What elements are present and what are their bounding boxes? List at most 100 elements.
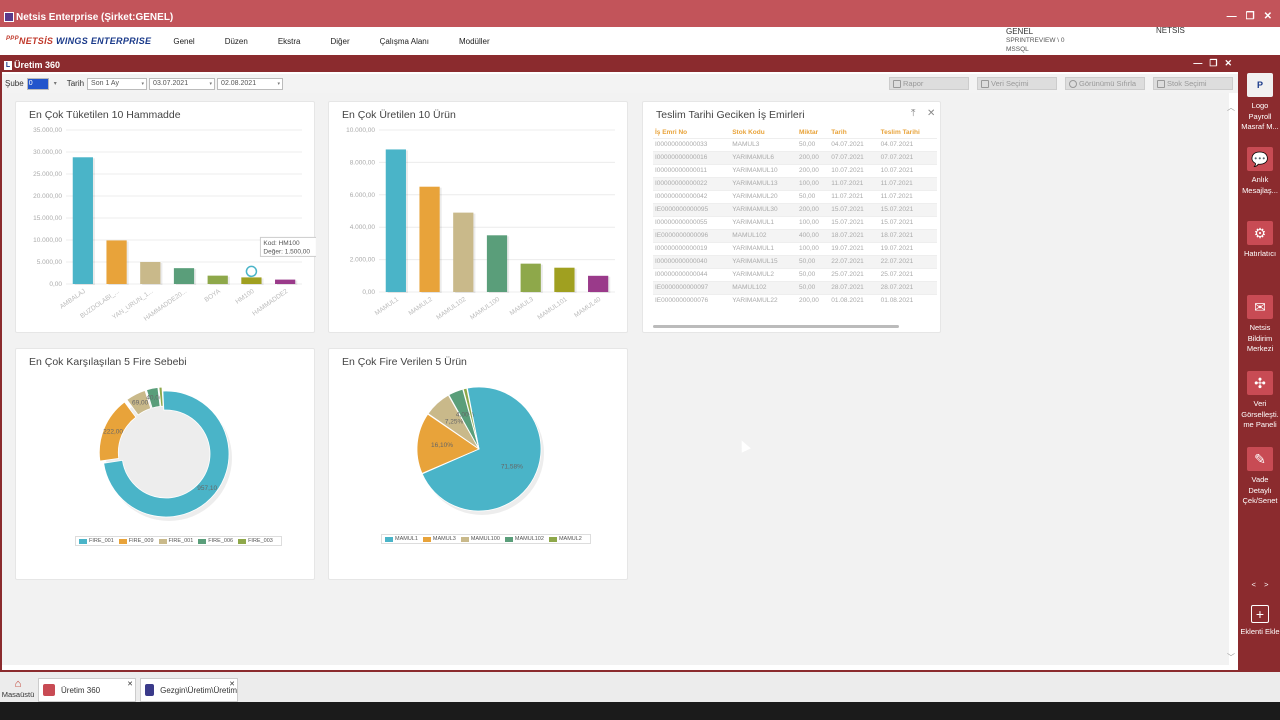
table-row[interactable]: IE0000000000096 MAMUL102 400,00 18.07.2021 1… bbox=[653, 228, 937, 242]
plugin-item[interactable]: ⚙ Hatırlatıcı bbox=[1240, 221, 1280, 260]
plugin-item[interactable]: P Logo Payroll Masraf M... bbox=[1240, 73, 1280, 133]
menu-item[interactable]: Ekstra bbox=[278, 37, 301, 46]
chart-card-hammadde: En Çok Tüketilen 10 Hammadde 0,00 5.000,0… bbox=[15, 101, 316, 333]
close-task-icon[interactable]: ✕ bbox=[229, 680, 235, 688]
legend-item[interactable]: MAMUL100 bbox=[460, 536, 500, 542]
task-uretim-360[interactable]: Üretim 360 ✕ bbox=[38, 678, 136, 702]
table-header[interactable]: Stok Kodu bbox=[730, 127, 797, 138]
gorunumu-sifirla-button[interactable]: Görünümü Sıfırla bbox=[1065, 77, 1145, 90]
rapor-button[interactable]: Rapor bbox=[889, 77, 969, 90]
table-header[interactable]: Miktar bbox=[797, 127, 829, 138]
plugin-item[interactable]: ✣ Veri Görselleşti. me Paneli bbox=[1240, 371, 1280, 431]
legend-item[interactable]: FIRE_006 bbox=[198, 538, 233, 544]
table-row[interactable]: IE0000000000095 YARIMAMUL30 200,00 15.07.20… bbox=[653, 202, 937, 216]
table-cell: 11.07.2021 bbox=[829, 189, 879, 203]
table-cell: 04.07.2021 bbox=[829, 137, 879, 151]
menu-item[interactable]: Düzen bbox=[225, 37, 248, 46]
table-row[interactable]: IE0000000000097 MAMUL102 50,00 28.07.2021 28… bbox=[653, 280, 937, 294]
close-card-icon[interactable]: ✕ bbox=[927, 108, 935, 119]
table-row[interactable]: IE0000000000076 YARIMAMUL22 200,00 01.08.20… bbox=[653, 293, 937, 307]
table-row[interactable]: I00000000000040 YARIMAMUL15 50,00 22.07.202… bbox=[653, 254, 937, 268]
table-horizontal-scrollbar[interactable] bbox=[653, 325, 899, 328]
legend-swatch bbox=[548, 536, 557, 542]
dashboard-vertical-scrollbar[interactable]: ︿ ﹀ bbox=[1226, 100, 1236, 665]
sube-dropdown-icon[interactable]: ▾ bbox=[54, 80, 57, 87]
netsis-logo: PPPNETSİS WINGS ENTERPRISE bbox=[6, 36, 152, 46]
legend-item[interactable]: MAMUL1 bbox=[385, 536, 418, 542]
table-header[interactable]: Tarih bbox=[829, 127, 878, 138]
task-gezgin[interactable]: Gezgin\Üretim\Üretim ✕ bbox=[140, 678, 238, 702]
mdi-restore-icon[interactable]: ❐ bbox=[1209, 58, 1217, 69]
menu-item[interactable]: Diğer bbox=[331, 37, 350, 46]
table-header[interactable]: İş Emri No bbox=[653, 127, 730, 138]
table-row[interactable]: I00000000000016 YARIMAMUL6 200,00 07.07.202… bbox=[653, 150, 937, 164]
late-orders-card: Teslim Tarihi Geciken İş Emirleri ⤒ ✕ İş… bbox=[642, 101, 941, 333]
plus-icon: + bbox=[1251, 605, 1269, 623]
table-row[interactable]: I00000000000055 YARIMAMUL1 100,00 15.07.202… bbox=[653, 215, 937, 229]
legend-item[interactable]: FIRE_001 bbox=[158, 538, 194, 544]
slice-label: 71,58% bbox=[501, 463, 523, 470]
x-tick-label: AMBALAJ bbox=[59, 288, 87, 311]
menu-item[interactable]: Çalışma Alanı bbox=[380, 37, 429, 46]
veri-secimi-button[interactable]: Veri Seçimi bbox=[977, 77, 1057, 90]
plugin-item[interactable]: ✉ Netsis Bildirim Merkezi bbox=[1240, 295, 1280, 355]
home-button[interactable]: ⌂ Masaüstü bbox=[0, 678, 36, 699]
scroll-up-icon: ︿ bbox=[1227, 103, 1235, 112]
legend-item[interactable]: FIRE_009 bbox=[118, 538, 154, 544]
y-tick-label: 10.000,00 bbox=[33, 237, 62, 244]
date-to-input[interactable]: 02.08.2021 ▾ bbox=[217, 77, 284, 90]
plugin-icon: 💬 bbox=[1247, 147, 1273, 171]
stok-secimi-button[interactable]: Stok Seçimi bbox=[1153, 77, 1233, 90]
table-row[interactable]: I00000000000019 YARIMAMUL1 100,00 19.07.202… bbox=[653, 241, 937, 255]
date-from-input[interactable]: 03.07.2021 ▾ bbox=[149, 77, 216, 90]
table-row[interactable]: I00000000000011 YARIMAMUL10 200,00 10.07.20… bbox=[653, 163, 937, 177]
plugin-item[interactable]: ✎ Vade Detaylı Çek/Senet bbox=[1240, 447, 1280, 507]
table-row[interactable]: I00000000000022 YARIMAMUL13 100,00 11.07.20… bbox=[653, 176, 937, 190]
legend-item[interactable]: MAMUL102 bbox=[504, 536, 544, 542]
chart-legend: MAMUL1 MAMUL3 MAMUL100 MAMUL102 MAMUL2 bbox=[381, 534, 591, 544]
tarih-select[interactable]: Son 1 Ay ▾ bbox=[87, 77, 148, 90]
slice-label: 16,10% bbox=[431, 442, 453, 449]
legend-item[interactable]: FIRE_003 bbox=[238, 538, 273, 544]
stock-icon bbox=[1157, 80, 1165, 88]
prev-icon[interactable]: < bbox=[1251, 580, 1255, 589]
table-cell: IE0000000000096 bbox=[653, 228, 731, 242]
table-row[interactable]: I00000000000044 YARIMAMUL2 50,00 25.07.2021… bbox=[653, 267, 937, 281]
bar-chart-hammadde: 0,00 5.000,00 10.000,00 15.000,00 20.000,00 2… bbox=[33, 127, 316, 323]
legend-item[interactable]: MAMUL3 bbox=[422, 536, 456, 542]
export-icon[interactable]: ⤒ bbox=[911, 108, 915, 119]
y-tick-label: 35.000,00 bbox=[33, 127, 62, 134]
table-row[interactable]: I00000000000033 MAMUL3 50,00 04.07.2021 04.0… bbox=[653, 137, 937, 151]
add-plugin-button[interactable]: + Eklenti Ekle bbox=[1240, 605, 1280, 638]
table-row[interactable]: I00000000000042 YARIMAMUL20 50,00 11.07.202… bbox=[653, 189, 937, 203]
next-icon[interactable]: > bbox=[1264, 580, 1268, 589]
legend-swatch bbox=[504, 536, 513, 542]
table-cell: I00000000000042 bbox=[653, 189, 731, 203]
table-cell: YARIMAMUL30 bbox=[730, 202, 797, 216]
menu-item[interactable]: Modüller bbox=[459, 37, 490, 46]
legend-item[interactable]: MAMUL2 bbox=[548, 536, 582, 542]
restore-icon[interactable]: ❐ bbox=[1246, 11, 1255, 22]
plugin-label: Logo Payroll Masraf M... bbox=[1241, 101, 1279, 131]
minimize-icon[interactable]: — bbox=[1227, 11, 1237, 22]
plugin-item[interactable]: 💬 Anlık Mesajlaş... bbox=[1240, 147, 1280, 196]
table-cell: YARIMAMUL22 bbox=[730, 293, 797, 307]
legend-swatch bbox=[460, 536, 469, 542]
legend-item[interactable]: FIRE_001 bbox=[79, 538, 114, 544]
table-header[interactable]: Teslim Tarihi bbox=[879, 127, 937, 138]
mdi-close-icon[interactable]: ✕ bbox=[1224, 58, 1232, 69]
chart-card-fire-sebebi: En Çok Karşılaşılan 5 Fire Sebebi 957,10… bbox=[15, 348, 315, 580]
sube-select[interactable]: 0 bbox=[26, 77, 49, 90]
table-cell: I00000000000019 bbox=[653, 241, 731, 255]
table-cell: I00000000000011 bbox=[653, 163, 731, 177]
table-cell: 25.07.2021 bbox=[878, 267, 937, 281]
close-task-icon[interactable]: ✕ bbox=[127, 680, 133, 688]
legend-label: FIRE_001 bbox=[168, 538, 194, 544]
close-icon[interactable]: ✕ bbox=[1264, 11, 1272, 22]
table-cell: YARIMAMUL1 bbox=[730, 241, 797, 255]
chart-card-urun: En Çok Üretilen 10 Ürün 0,00 2.000,00 4.00… bbox=[328, 101, 628, 333]
menu-bar: PPPNETSİS WINGS ENTERPRISE Genel Düzen Eks… bbox=[0, 27, 1280, 55]
menu-item[interactable]: Genel bbox=[173, 37, 194, 46]
uretim-task-icon bbox=[43, 684, 55, 696]
mdi-minimize-icon[interactable]: — bbox=[1193, 58, 1202, 69]
